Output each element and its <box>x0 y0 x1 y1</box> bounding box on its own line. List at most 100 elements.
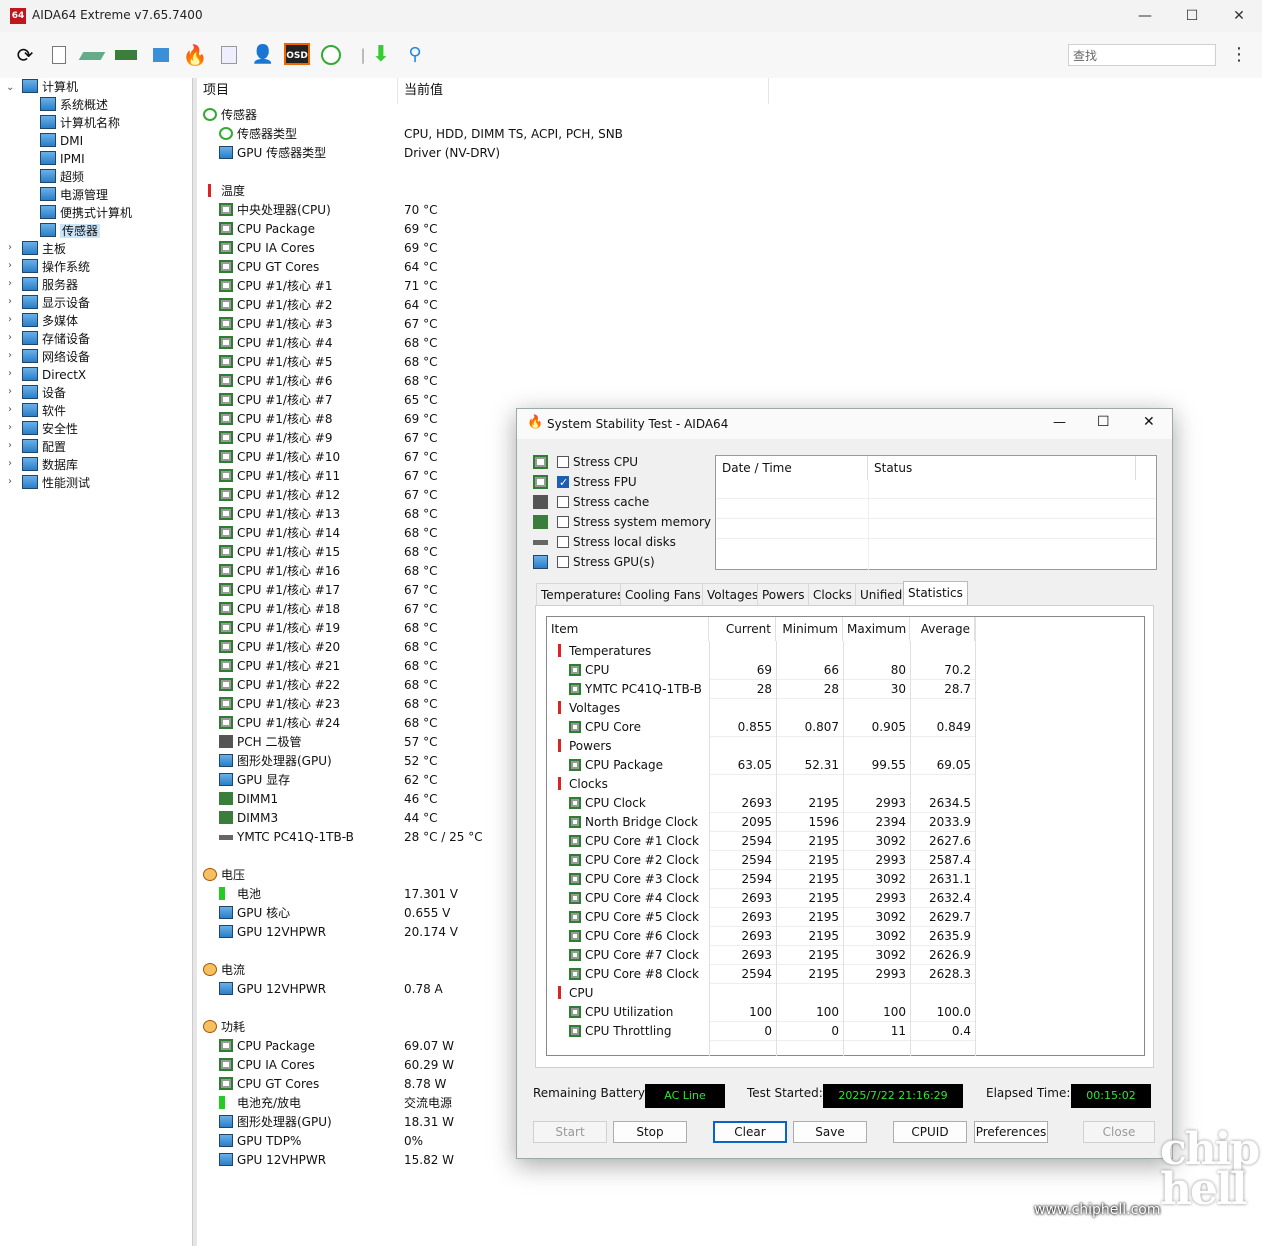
cpuid-button[interactable]: CPUID <box>893 1121 967 1143</box>
memory-icon[interactable] <box>113 43 139 67</box>
tree-item[interactable]: 便携式计算机 <box>40 204 132 222</box>
stats-row-name[interactable]: North Bridge Clock <box>569 813 709 832</box>
expand-arrow-icon[interactable]: › <box>8 440 18 451</box>
sensor-row[interactable]: CPU #1/核心 #23 <box>219 695 340 714</box>
sensor-row[interactable]: GPU 12VHPWR <box>219 1151 326 1170</box>
sensor-row[interactable]: GPU 12VHPWR <box>219 923 326 942</box>
tab-voltages[interactable]: Voltages <box>702 583 764 605</box>
sensor-row[interactable]: 传感器类型 <box>219 125 297 144</box>
stats-row-name[interactable]: CPU Core #5 Clock <box>569 908 709 927</box>
tree-section[interactable]: 设备 <box>22 384 66 402</box>
stress-checkbox[interactable]: Stress local disks <box>557 533 676 551</box>
sensor-row[interactable]: GPU 显存 <box>219 771 290 790</box>
motherboard-icon[interactable] <box>78 43 106 67</box>
tree-section[interactable]: 性能测试 <box>22 474 90 492</box>
stats-row-name[interactable]: CPU Core <box>569 718 709 737</box>
tab-powers[interactable]: Powers <box>757 583 810 605</box>
sensor-row[interactable]: CPU #1/核心 #7 <box>219 391 332 410</box>
tab-unified[interactable]: Unified <box>855 583 908 605</box>
sensor-row[interactable]: CPU #1/核心 #18 <box>219 600 340 619</box>
sensor-row[interactable]: CPU IA Cores <box>219 239 315 258</box>
sensor-row[interactable]: YMTC PC41Q-1TB-B <box>219 828 354 847</box>
tree-section[interactable]: 操作系统 <box>22 258 90 276</box>
tree-section[interactable]: 数据库 <box>22 456 78 474</box>
sensor-row[interactable]: 图形处理器(GPU) <box>219 1113 332 1132</box>
stats-row-name[interactable]: CPU Clock <box>569 794 709 813</box>
checkbox-box[interactable] <box>557 474 569 492</box>
sensor-row[interactable]: CPU #1/核心 #15 <box>219 543 340 562</box>
checkbox-box[interactable] <box>557 536 569 548</box>
tree-section[interactable]: 多媒体 <box>22 312 78 330</box>
expand-arrow-icon[interactable]: › <box>8 332 18 343</box>
osd-icon[interactable]: OSD <box>284 43 310 65</box>
stress-checkbox[interactable]: Stress FPU <box>557 473 637 492</box>
log-col-datetime[interactable]: Date / Time <box>716 456 868 480</box>
expand-arrow-icon[interactable]: › <box>8 458 18 469</box>
sensor-row[interactable]: CPU #1/核心 #10 <box>219 448 340 467</box>
tree-section[interactable]: 显示设备 <box>22 294 90 312</box>
sensor-row[interactable]: 电池充/放电 <box>219 1094 301 1113</box>
sensor-row[interactable]: GPU 核心 <box>219 904 290 923</box>
stats-row-name[interactable]: CPU Throttling <box>569 1022 709 1041</box>
tab-clocks[interactable]: Clocks <box>808 583 857 605</box>
sensor-row[interactable]: CPU #1/核心 #6 <box>219 372 332 391</box>
sensor-row[interactable]: CPU #1/核心 #24 <box>219 714 340 733</box>
sensor-row[interactable]: CPU #1/核心 #21 <box>219 657 340 676</box>
expand-arrow-icon[interactable]: › <box>8 422 18 433</box>
stats-col-maximum[interactable]: Maximum <box>843 617 910 641</box>
tree-item[interactable]: 传感器 <box>40 222 101 240</box>
tree-section[interactable]: DirectX <box>22 366 86 384</box>
dialog-close-button[interactable]: ✕ <box>1143 414 1155 430</box>
expand-arrow-icon[interactable]: › <box>8 368 18 379</box>
stress-checkbox[interactable]: Stress system memory <box>557 513 711 531</box>
maximize-button[interactable]: ☐ <box>1177 6 1207 26</box>
sensor-row[interactable]: CPU #1/核心 #11 <box>219 467 340 486</box>
sensor-row[interactable]: CPU #1/核心 #4 <box>219 334 332 353</box>
tree-section[interactable]: 安全性 <box>22 420 78 438</box>
expand-arrow-icon[interactable]: › <box>8 296 18 307</box>
sensor-row[interactable]: CPU #1/核心 #16 <box>219 562 340 581</box>
sensor-row[interactable]: GPU 传感器类型 <box>219 144 326 163</box>
dialog-minimize-button[interactable]: — <box>1053 415 1066 430</box>
column-header-value[interactable]: 当前值 <box>398 78 769 104</box>
download-icon[interactable]: ⬇ <box>368 43 394 67</box>
tree-section[interactable]: 存储设备 <box>22 330 90 348</box>
sensor-row[interactable]: CPU GT Cores <box>219 1075 319 1094</box>
stats-row-name[interactable]: YMTC PC41Q-1TB-B <box>569 680 709 699</box>
benchmark-icon[interactable] <box>216 43 242 67</box>
sensor-row[interactable]: GPU TDP% <box>219 1132 301 1151</box>
statistics-table[interactable]: Item Current Minimum Maximum Average Tempera… <box>546 616 1145 1056</box>
stats-row-name[interactable]: CPU Core #4 Clock <box>569 889 709 908</box>
stats-row-name[interactable]: CPU Core #6 Clock <box>569 927 709 946</box>
sensor-row[interactable]: CPU GT Cores <box>219 258 319 277</box>
sensor-row[interactable]: CPU #1/核心 #9 <box>219 429 332 448</box>
user-icon[interactable]: 👤 <box>250 43 276 67</box>
gauge-icon[interactable] <box>318 43 344 67</box>
preferences-button[interactable]: Preferences <box>974 1121 1048 1143</box>
sensor-row[interactable]: CPU #1/核心 #1 <box>219 277 332 296</box>
checkbox-box[interactable] <box>557 556 569 568</box>
stats-col-minimum[interactable]: Minimum <box>776 617 843 641</box>
sensor-row[interactable]: CPU #1/核心 #12 <box>219 486 340 505</box>
stress-checkbox[interactable]: Stress GPU(s) <box>557 553 655 571</box>
sensor-row[interactable]: CPU #1/核心 #2 <box>219 296 332 315</box>
stress-checkbox[interactable]: Stress cache <box>557 493 649 511</box>
sensor-row[interactable]: CPU #1/核心 #3 <box>219 315 332 334</box>
expand-arrow-icon[interactable]: › <box>8 278 18 289</box>
tree-section[interactable]: 网络设备 <box>22 348 90 366</box>
close-button[interactable]: ✕ <box>1224 6 1254 26</box>
tree-item[interactable]: 超频 <box>40 168 84 186</box>
save-button[interactable]: Save <box>793 1121 867 1143</box>
expand-arrow-icon[interactable]: › <box>8 242 18 253</box>
stress-checkbox[interactable]: Stress CPU <box>557 453 638 471</box>
expand-arrow-icon[interactable]: ⌄ <box>6 82 16 93</box>
search-input[interactable]: 查找 <box>1068 44 1216 66</box>
stats-row-name[interactable]: CPU Core #3 Clock <box>569 870 709 889</box>
expand-arrow-icon[interactable]: › <box>8 350 18 361</box>
sensor-row[interactable]: CPU #1/核心 #17 <box>219 581 340 600</box>
tree-section[interactable]: 软件 <box>22 402 66 420</box>
log-table[interactable]: Date / Time Status <box>715 455 1157 570</box>
network-icon[interactable] <box>148 43 174 67</box>
more-menu-icon[interactable]: ⋮ <box>1230 44 1248 65</box>
report-icon[interactable] <box>46 43 72 67</box>
